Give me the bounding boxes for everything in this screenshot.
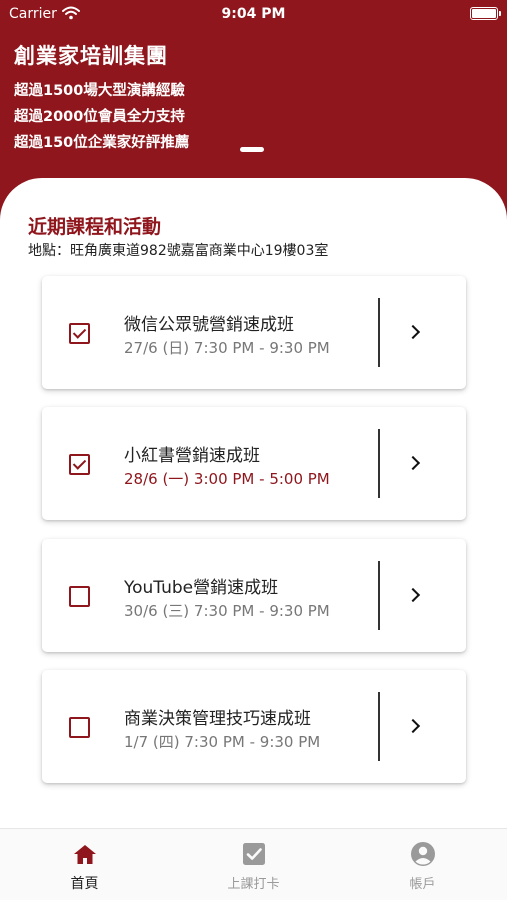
status-bar: Carrier 9:04 PM — [0, 0, 507, 30]
course-card[interactable]: 商業決策管理技巧速成班 1/7 (四) 7:30 PM - 9:30 PM — [42, 670, 466, 783]
checkmark-icon — [72, 456, 87, 470]
course-card[interactable]: 微信公眾號營銷速成班 27/6 (日) 7:30 PM - 9:30 PM — [42, 276, 466, 389]
divider — [378, 429, 380, 498]
tagline: 超過150位企業家好評推薦 — [14, 135, 190, 151]
course-time: 28/6 (一) 3:00 PM - 5:00 PM — [124, 470, 330, 488]
tagline: 超過2000位會員全力支持 — [14, 109, 185, 125]
course-card[interactable]: 小紅書營銷速成班 28/6 (一) 3:00 PM - 5:00 PM — [42, 407, 466, 520]
sheet-handle[interactable] — [240, 147, 264, 152]
brand-title: 創業家培訓集團 — [14, 44, 168, 68]
attendance-checkbox[interactable] — [69, 717, 90, 738]
tab-account[interactable]: 帳戶 — [338, 829, 507, 900]
checkbox-icon — [243, 843, 265, 865]
course-title: YouTube營銷速成班 — [124, 578, 279, 598]
tab-checkin[interactable]: 上課打卡 — [169, 829, 338, 900]
venue-address: 地點：旺角廣東道982號嘉富商業中心19樓03室 — [28, 243, 329, 259]
account-icon — [411, 842, 435, 866]
tab-label: 首頁 — [70, 876, 99, 892]
course-time: 30/6 (三) 7:30 PM - 9:30 PM — [124, 602, 330, 620]
battery-icon — [470, 7, 501, 20]
attendance-checkbox[interactable] — [69, 454, 90, 475]
tab-label: 上課打卡 — [227, 877, 280, 892]
section-title: 近期課程和活動 — [28, 216, 162, 238]
tagline: 超過1500場大型演講經驗 — [14, 83, 185, 99]
home-icon — [74, 845, 96, 864]
chevron-right-icon[interactable] — [405, 324, 421, 340]
checkmark-icon — [72, 325, 87, 339]
status-time: 9:04 PM — [221, 6, 286, 22]
divider — [378, 298, 380, 367]
course-title: 小紅書營銷速成班 — [124, 446, 260, 466]
divider — [378, 692, 380, 761]
tab-bar: 首頁 上課打卡 帳戶 — [0, 828, 507, 900]
course-time: 1/7 (四) 7:30 PM - 9:30 PM — [124, 733, 321, 751]
course-list-sheet: 近期課程和活動 地點：旺角廣東道982號嘉富商業中心19樓03室 微信公眾號營銷… — [0, 178, 507, 828]
divider — [378, 561, 380, 630]
course-title: 商業決策管理技巧速成班 — [124, 709, 311, 729]
chevron-right-icon[interactable] — [405, 587, 421, 603]
tab-home[interactable]: 首頁 — [0, 829, 169, 900]
chevron-right-icon[interactable] — [405, 455, 421, 471]
tab-label: 帳戶 — [409, 877, 436, 892]
attendance-checkbox[interactable] — [69, 586, 90, 607]
course-card[interactable]: YouTube營銷速成班 30/6 (三) 7:30 PM - 9:30 PM — [42, 539, 466, 652]
course-title: 微信公眾號營銷速成班 — [124, 315, 294, 335]
chevron-right-icon[interactable] — [405, 718, 421, 734]
course-time: 27/6 (日) 7:30 PM - 9:30 PM — [124, 339, 330, 357]
attendance-checkbox[interactable] — [69, 323, 90, 344]
